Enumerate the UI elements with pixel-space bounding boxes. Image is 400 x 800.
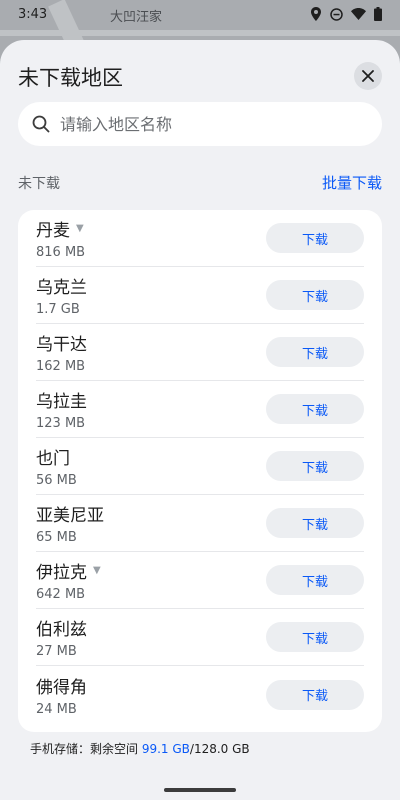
map-road — [0, 30, 400, 36]
region-name: 乌拉圭 — [36, 392, 87, 412]
status-time: 3:43 — [18, 6, 48, 22]
region-text: 伊拉克 ▼ 642 MB — [36, 558, 101, 602]
region-name: 乌干达 — [36, 335, 87, 355]
region-name-line: 也门 — [36, 444, 77, 469]
region-size: 162 MB — [36, 359, 86, 374]
region-name: 亚美尼亚 — [36, 506, 104, 526]
region-size: 123 MB — [36, 416, 86, 431]
region-name-line: 佛得角 — [36, 673, 87, 698]
section-label: 未下载 — [18, 175, 60, 192]
region-name-line: 丹麦 ▼ — [36, 216, 85, 241]
region-name: 伯利兹 — [36, 620, 87, 640]
region-name-line: 乌干达 — [36, 330, 87, 355]
download-button[interactable]: 下载 — [266, 394, 364, 424]
region-size: 642 MB — [36, 587, 86, 602]
region-row[interactable]: 乌干达 162 MB 下载 — [36, 324, 364, 381]
region-text: 伯利兹 27 MB — [36, 615, 87, 659]
region-row[interactable]: 丹麦 ▼ 816 MB 下载 — [36, 210, 364, 267]
region-size: 816 MB — [36, 245, 86, 260]
region-text: 乌克兰 1.7 GB — [36, 273, 87, 317]
expand-caret-icon[interactable]: ▼ — [76, 223, 84, 234]
region-size: 56 MB — [36, 473, 77, 488]
region-text: 亚美尼亚 65 MB — [36, 501, 104, 545]
region-row[interactable]: 也门 56 MB 下载 — [36, 438, 364, 495]
download-button[interactable]: 下载 — [266, 622, 364, 652]
region-name-line: 伊拉克 ▼ — [36, 558, 101, 583]
region-size: 27 MB — [36, 644, 77, 659]
wifi-icon — [351, 8, 366, 20]
storage-free: 99.1 GB — [141, 742, 190, 756]
region-name-line: 亚美尼亚 — [36, 501, 104, 526]
location-icon — [311, 7, 321, 21]
battery-icon — [374, 7, 382, 21]
region-list: 丹麦 ▼ 816 MB 下载 乌克兰 1.7 GB 下载 乌干达 162 MB 下载 乌拉圭 123 … — [18, 210, 382, 732]
storage-label: 手机存储：剩余空间 — [30, 742, 142, 756]
close-icon — [362, 70, 374, 82]
download-button[interactable]: 下载 — [266, 223, 364, 253]
download-button[interactable]: 下载 — [266, 451, 364, 481]
region-name-line: 伯利兹 — [36, 615, 87, 640]
batch-download-button[interactable]: 批量下载 — [322, 172, 382, 193]
region-row[interactable]: 亚美尼亚 65 MB 下载 — [36, 495, 364, 552]
storage-total: /128.0 GB — [189, 742, 250, 756]
download-button[interactable]: 下载 — [266, 337, 364, 367]
close-button[interactable] — [354, 62, 382, 90]
region-row[interactable]: 伯利兹 27 MB 下载 — [36, 609, 364, 666]
region-row[interactable]: 乌拉圭 123 MB 下载 — [36, 381, 364, 438]
search-icon — [32, 115, 50, 133]
region-text: 乌拉圭 123 MB — [36, 387, 87, 431]
download-button[interactable]: 下载 — [266, 508, 364, 538]
region-name-line: 乌克兰 — [36, 273, 87, 298]
region-size: 1.7 GB — [36, 302, 80, 317]
region-name: 丹麦 — [36, 221, 70, 241]
storage-info: 手机存储：剩余空间 99.1 GB/128.0 GB — [30, 740, 250, 757]
region-text: 佛得角 24 MB — [36, 673, 87, 717]
region-text: 也门 56 MB — [36, 444, 77, 488]
status-icons — [310, 7, 382, 21]
undownloaded-regions-sheet: 未下载地区 未下载 批量下载 丹麦▼816 MB下载乌克兰1.7 GB下载乌干达… — [0, 40, 400, 800]
search-bar[interactable] — [18, 102, 382, 146]
region-name: 佛得角 — [36, 677, 87, 698]
status-bar: 3:43 — [0, 0, 400, 28]
region-text: 乌干达 162 MB — [36, 330, 87, 374]
region-row[interactable]: 佛得角 24 MB 下载 — [36, 666, 364, 723]
expand-caret-icon[interactable]: ▼ — [93, 565, 101, 576]
sheet-title: 未下载地区 — [18, 66, 123, 90]
region-name: 也门 — [36, 449, 70, 469]
home-indicator[interactable] — [164, 788, 236, 792]
region-name: 伊拉克 — [36, 563, 87, 583]
region-row[interactable]: 伊拉克 ▼ 642 MB 下载 — [36, 552, 364, 609]
region-size: 65 MB — [36, 530, 77, 545]
download-button[interactable]: 下载 — [266, 679, 364, 710]
region-name: 乌克兰 — [36, 278, 87, 298]
region-name-line: 乌拉圭 — [36, 387, 87, 412]
section-header: 未下载 批量下载 — [18, 172, 382, 193]
do-not-disturb-icon — [330, 7, 343, 21]
download-button[interactable]: 下载 — [266, 565, 364, 595]
region-text: 丹麦 ▼ 816 MB — [36, 216, 85, 260]
search-input[interactable] — [60, 114, 368, 134]
download-button[interactable]: 下载 — [266, 280, 364, 310]
region-size: 24 MB — [36, 701, 77, 717]
region-row[interactable]: 乌克兰 1.7 GB 下载 — [36, 267, 364, 324]
